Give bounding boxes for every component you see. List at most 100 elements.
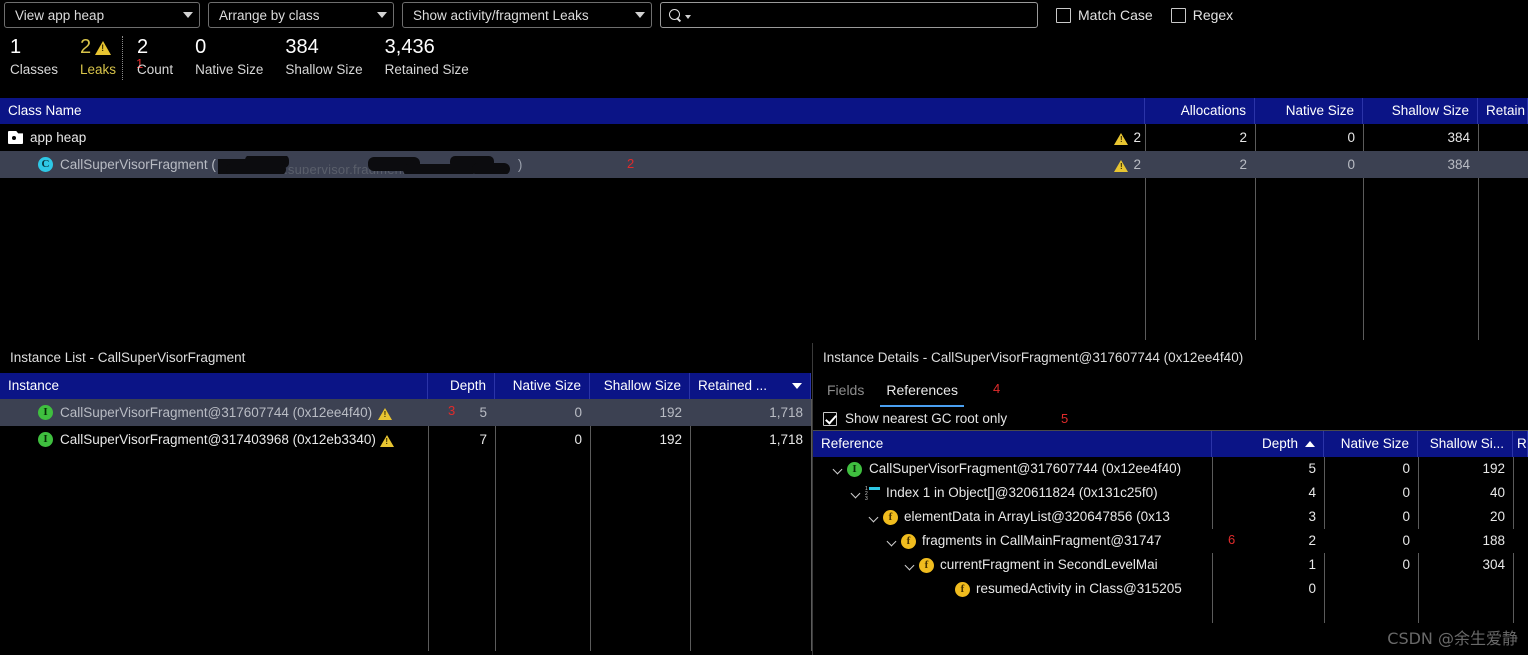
instance-native-size: 0 [574,405,582,420]
tree-row[interactable]: f elementData in ArrayList@320647856 (0x… [813,505,1528,529]
sort-descending-icon [792,383,802,389]
warning-icon [1114,132,1129,145]
annotation-3: 3 [448,403,456,418]
warning-icon [379,434,394,447]
tree-row[interactable]: f fragments in CallMainFragment@31747 2 … [813,529,1528,553]
regex-checkbox[interactable]: Regex [1170,7,1234,23]
col-shallow-size[interactable]: Shallow Size [1363,98,1478,124]
search-input[interactable] [694,7,1029,23]
match-case-checkbox[interactable]: Match Case [1056,7,1153,23]
col-native-size[interactable]: Native Size [1255,98,1363,124]
watermark: CSDN @余生爱静 [1387,629,1518,648]
heap-select[interactable]: View app heap [4,2,200,28]
tab-references[interactable]: References [880,373,964,407]
stat-count-value: 2 [137,36,149,58]
search-icon [669,8,682,22]
col-shallow-size[interactable]: Shallow Size [590,373,690,399]
heap-icon [8,131,23,144]
reference-depth: 4 [1308,485,1316,500]
instance-retained-size: 1,718 [769,432,803,447]
tree-row[interactable]: 123 Index 1 in Object[]@320611824 (0x131… [813,481,1528,505]
class-row-native-size: 0 [1347,130,1355,145]
instance-details-tabs: Fields References 4 [813,373,1528,407]
class-row-name: CallSuperVisorFragment ( [60,157,216,172]
stats-divider [122,36,124,80]
arrange-select[interactable]: Arrange by class [208,2,394,28]
stat-leaks[interactable]: 2 Leaks 1 [80,34,143,80]
search-box[interactable] [660,2,1038,28]
class-row-retained-size [1478,151,1528,178]
stat-retained-size: 3,436 Retained Size [385,34,469,80]
chevron-down-icon [377,12,387,18]
col-depth[interactable]: Depth [428,373,495,399]
chevron-down-icon[interactable] [887,536,898,547]
reference-name: fragments in CallMainFragment@31747 [922,533,1162,548]
tree-row[interactable]: I CallSuperVisorFragment@317607744 (0x12… [813,457,1528,481]
search-options-chevron-icon[interactable] [685,15,691,19]
field-icon: f [955,581,970,597]
stat-leaks-number: 2 [80,36,92,58]
col-retained-size[interactable]: Retain [1478,98,1528,124]
reference-shallow-size: 304 [1482,557,1505,572]
col-native-size[interactable]: Native Size [495,373,590,399]
list-item[interactable]: I CallSuperVisorFragment@317607744 (0x12… [0,399,811,426]
stat-native-size: 0 Native Size [195,34,263,80]
instance-icon: I [38,405,53,420]
match-case-label: Match Case [1078,7,1153,23]
instance-details-title: Instance Details - CallSuperVisorFragmen… [813,343,1528,373]
instance-list-header: Instance Depth Native Size Shallow Size … [0,373,811,399]
regex-label: Regex [1192,7,1234,23]
col-class-name[interactable]: Class Name [0,98,1145,124]
instance-retained-size: 1,718 [769,405,803,420]
array-icon: 123 [865,486,880,501]
class-row-native-size: 0 [1347,157,1355,172]
class-row-shallow-size: 384 [1447,130,1470,145]
table-row[interactable]: app heap 2 2 0 384 [0,124,1528,151]
class-row-retained-size [1478,124,1528,151]
chevron-down-icon[interactable] [869,512,880,523]
col-retained-size[interactable]: R [1513,431,1528,457]
warning-icon [378,407,393,420]
reference-native-size: 0 [1402,485,1410,500]
chevron-down-icon[interactable] [833,464,844,475]
regex-box-icon[interactable] [1170,7,1186,23]
match-case-box-icon[interactable] [1056,7,1071,23]
instance-name: CallSuperVisorFragment@317607744 (0x12ee… [60,405,373,420]
stat-classes-caption: Classes [10,62,59,77]
col-shallow-size[interactable]: Shallow Si... [1418,431,1513,457]
reference-name: CallSuperVisorFragment@317607744 (0x12ee… [869,461,1182,476]
toolbar: View app heap Arrange by class Show acti… [0,0,1528,30]
stat-native-size-caption: Native Size [195,62,264,77]
tree-row[interactable]: f resumedActivity in Class@315205 0 [813,577,1528,601]
gc-root-checkbox-row[interactable]: Show nearest GC root only 5 [813,407,1528,431]
reference-shallow-size: 192 [1482,461,1505,476]
col-depth[interactable]: Depth [1212,431,1324,457]
class-table-body: app heap 2 2 0 384 C CallSuperVisorFragm… [0,124,1528,340]
reference-shallow-size [1418,577,1513,601]
class-row-name: app heap [30,130,87,145]
reference-depth: 5 [1308,461,1316,476]
tree-row[interactable]: f currentFragment in SecondLevelMai 1 0 … [813,553,1528,577]
chevron-down-icon[interactable] [905,560,916,571]
col-reference[interactable]: Reference [813,431,1212,457]
table-row[interactable]: C CallSuperVisorFragment ( om.xxx.xxx.su… [0,151,1528,178]
instance-depth: 5 [479,405,487,420]
col-native-size[interactable]: Native Size [1324,431,1418,457]
class-row-allocations: 2 [1239,157,1247,172]
annotation-4: 4 [993,381,1001,396]
instance-name: CallSuperVisorFragment@317403968 (0x12eb… [60,432,376,447]
col-retained-size[interactable]: Retained ... [690,373,811,399]
instance-list-title: Instance List - CallSuperVisorFragment [0,343,811,373]
leaks-filter-select[interactable]: Show activity/fragment Leaks [402,2,652,28]
col-instance[interactable]: Instance [0,373,428,399]
class-table: Class Name Allocations Native Size Shall… [0,98,1528,340]
reference-depth: 0 [1308,581,1316,596]
chevron-down-icon[interactable] [851,488,862,499]
reference-shallow-size: 40 [1489,485,1505,500]
class-table-header: Class Name Allocations Native Size Shall… [0,98,1528,124]
tab-fields[interactable]: Fields [827,373,864,407]
references-table-header: Reference Depth Native Size Shallow Si..… [813,431,1528,457]
instance-native-size: 0 [574,432,582,447]
gc-root-checkbox-icon[interactable] [823,411,837,426]
col-allocations[interactable]: Allocations [1145,98,1255,124]
